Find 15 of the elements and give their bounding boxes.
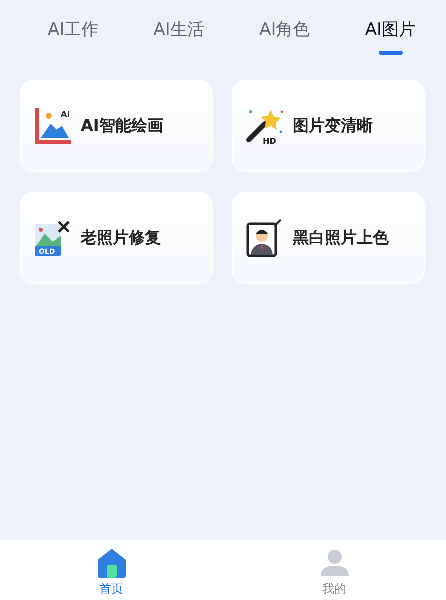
category-tab[interactable]: AI生活 <box>154 15 204 57</box>
category-tab[interactable]: AI角色 <box>260 15 310 57</box>
feature-card[interactable]: 黑白照片上色 <box>232 192 425 284</box>
category-tab[interactable]: AI工作 <box>48 15 99 57</box>
feature-label: 黑白照片上色 <box>293 227 389 249</box>
home-icon <box>96 548 128 578</box>
feature-label: AI智能绘画 <box>81 115 164 137</box>
feature-label: 老照片修复 <box>81 227 161 249</box>
feature-label: 图片变清晰 <box>293 115 373 137</box>
nav-tab[interactable]: 我的 <box>223 540 446 600</box>
nav-tab[interactable]: 首页 <box>0 540 223 600</box>
feature-card[interactable]: AI AI智能绘画 <box>20 80 213 172</box>
category-tab[interactable]: AI图片 <box>365 15 416 57</box>
person-icon <box>318 548 350 578</box>
feature-card[interactable]: HD 图片变清晰 <box>232 80 425 172</box>
